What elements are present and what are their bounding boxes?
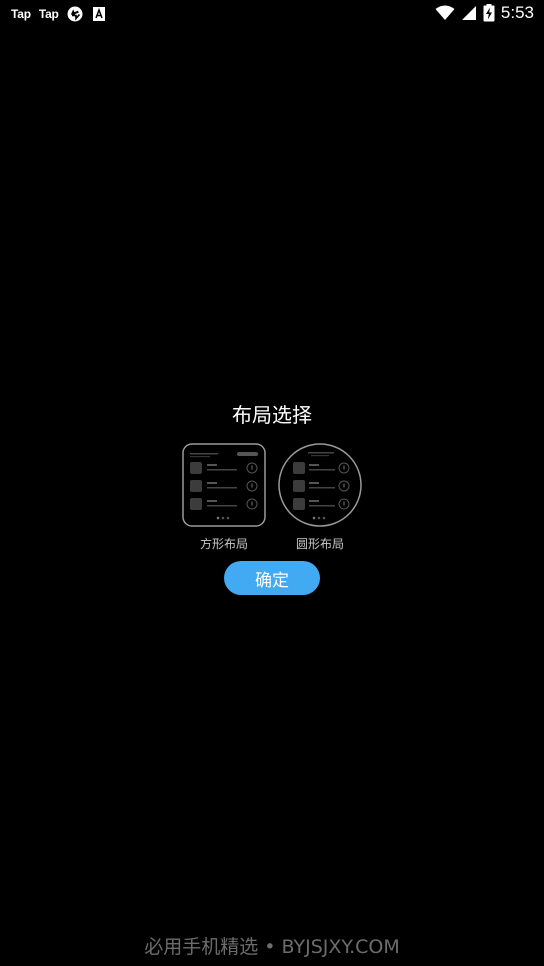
- battery-charging-icon: [483, 4, 495, 22]
- cellular-signal-icon: [461, 6, 476, 20]
- taptap-notification-2: Tap: [38, 7, 59, 21]
- sync-arrows-icon: [67, 6, 83, 22]
- wifi-icon: [435, 5, 455, 20]
- layout-select-title: 布局选择: [232, 403, 312, 427]
- confirm-button[interactable]: 确定: [224, 561, 320, 595]
- status-bar-notifications: Tap Tap: [11, 6, 107, 22]
- square-layout-preview-icon: [182, 443, 266, 527]
- taptap-notification-1: Tap: [11, 7, 31, 21]
- round-layout-label: 圆形布局: [295, 537, 344, 551]
- round-layout-preview-icon: [278, 443, 362, 527]
- watermark-text: 必用手机精选 • BYJSJXY.COM: [144, 936, 400, 958]
- square-layout-label: 方形布局: [199, 537, 248, 551]
- status-bar-system: 5:53: [435, 3, 534, 23]
- square-layout-option[interactable]: [182, 443, 266, 527]
- status-time: 5:53: [500, 3, 534, 22]
- status-bar: Tap Tap 5:53: [0, 0, 544, 28]
- round-layout-option[interactable]: [278, 443, 362, 527]
- font-a-icon: [92, 7, 105, 21]
